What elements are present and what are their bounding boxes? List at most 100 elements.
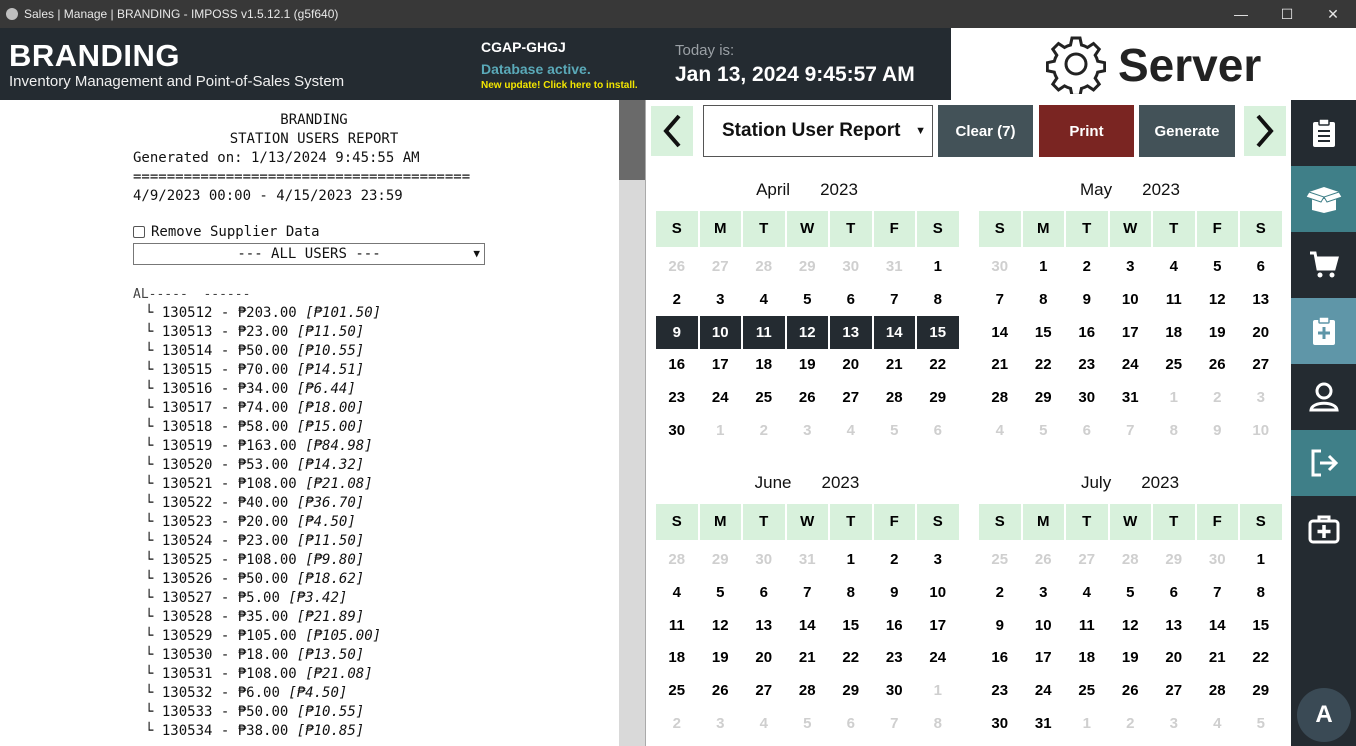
day-cell[interactable]: 30 (979, 250, 1021, 283)
day-cell[interactable]: 28 (1110, 543, 1152, 576)
day-cell[interactable]: 27 (700, 250, 742, 283)
day-cell[interactable]: 5 (1197, 250, 1239, 283)
day-cell[interactable]: 16 (656, 348, 698, 381)
day-cell[interactable]: 21 (874, 348, 916, 381)
day-cell[interactable]: 30 (830, 250, 872, 283)
sidebar-item-manage[interactable] (1291, 298, 1356, 364)
day-cell[interactable]: 13 (830, 316, 872, 349)
day-cell[interactable]: 21 (1197, 641, 1239, 674)
day-cell[interactable]: 29 (1023, 381, 1065, 414)
day-cell[interactable]: 29 (1240, 674, 1282, 707)
day-cell[interactable]: 23 (1066, 348, 1108, 381)
day-cell[interactable]: 15 (917, 316, 959, 349)
day-cell[interactable]: 18 (656, 641, 698, 674)
day-cell[interactable]: 26 (700, 674, 742, 707)
day-cell[interactable]: 2 (1110, 707, 1152, 740)
day-cell[interactable]: 4 (979, 414, 1021, 447)
day-cell[interactable]: 14 (1197, 609, 1239, 642)
day-cell[interactable]: 24 (917, 641, 959, 674)
day-cell[interactable]: 2 (656, 283, 698, 316)
day-cell[interactable]: 30 (656, 414, 698, 447)
day-cell[interactable]: 11 (656, 609, 698, 642)
sidebar-item-reports[interactable] (1291, 100, 1356, 166)
day-cell[interactable]: 2 (1197, 381, 1239, 414)
day-cell[interactable]: 8 (1023, 283, 1065, 316)
day-cell[interactable]: 11 (1066, 609, 1108, 642)
day-cell[interactable]: 29 (1153, 543, 1195, 576)
day-cell[interactable]: 19 (787, 348, 829, 381)
day-cell[interactable]: 31 (1110, 381, 1152, 414)
day-cell[interactable]: 5 (700, 576, 742, 609)
day-cell[interactable]: 9 (979, 609, 1021, 642)
day-cell[interactable]: 3 (1240, 381, 1282, 414)
day-cell[interactable]: 15 (1023, 316, 1065, 349)
day-cell[interactable]: 5 (874, 414, 916, 447)
day-cell[interactable]: 18 (743, 348, 785, 381)
day-cell[interactable]: 16 (874, 609, 916, 642)
day-cell[interactable]: 23 (874, 641, 916, 674)
day-cell[interactable]: 19 (1110, 641, 1152, 674)
day-cell[interactable]: 24 (1023, 674, 1065, 707)
day-cell[interactable]: 18 (1066, 641, 1108, 674)
day-cell[interactable]: 6 (743, 576, 785, 609)
day-cell[interactable]: 26 (656, 250, 698, 283)
day-cell[interactable]: 4 (1153, 250, 1195, 283)
day-cell[interactable]: 4 (656, 576, 698, 609)
scrollbar-thumb[interactable] (619, 100, 645, 180)
day-cell[interactable]: 12 (1110, 609, 1152, 642)
day-cell[interactable]: 31 (1023, 707, 1065, 740)
day-cell[interactable]: 13 (1153, 609, 1195, 642)
sidebar-item-users[interactable] (1291, 364, 1356, 430)
day-cell[interactable]: 16 (1066, 316, 1108, 349)
day-cell[interactable]: 14 (787, 609, 829, 642)
day-cell[interactable]: 6 (830, 707, 872, 740)
day-cell[interactable]: 5 (1110, 576, 1152, 609)
day-cell[interactable]: 28 (787, 674, 829, 707)
close-button[interactable]: ✕ (1310, 0, 1356, 28)
day-cell[interactable]: 26 (1023, 543, 1065, 576)
day-cell[interactable]: 25 (979, 543, 1021, 576)
day-cell[interactable]: 20 (1153, 641, 1195, 674)
day-cell[interactable]: 27 (1240, 348, 1282, 381)
day-cell[interactable]: 19 (1197, 316, 1239, 349)
day-cell[interactable]: 1 (1153, 381, 1195, 414)
day-cell[interactable]: 17 (700, 348, 742, 381)
remove-supplier-row[interactable]: Remove Supplier Data (133, 224, 320, 240)
day-cell[interactable]: 6 (917, 414, 959, 447)
day-cell[interactable]: 26 (787, 381, 829, 414)
day-cell[interactable]: 3 (700, 707, 742, 740)
day-cell[interactable]: 9 (1066, 283, 1108, 316)
day-cell[interactable]: 17 (1110, 316, 1152, 349)
day-cell[interactable]: 15 (830, 609, 872, 642)
day-cell[interactable]: 3 (1153, 707, 1195, 740)
day-cell[interactable]: 22 (1240, 641, 1282, 674)
day-cell[interactable]: 10 (699, 316, 741, 349)
sidebar-item-logout[interactable] (1291, 430, 1356, 496)
sidebar-item-sales[interactable] (1291, 232, 1356, 298)
day-cell[interactable]: 2 (874, 543, 916, 576)
day-cell[interactable]: 28 (1197, 674, 1239, 707)
day-cell[interactable]: 6 (830, 283, 872, 316)
day-cell[interactable]: 7 (979, 283, 1021, 316)
day-cell[interactable]: 19 (700, 641, 742, 674)
day-cell[interactable]: 9 (1197, 414, 1239, 447)
day-cell[interactable]: 1 (700, 414, 742, 447)
avatar[interactable]: A (1297, 688, 1351, 742)
day-cell[interactable]: 1 (1066, 707, 1108, 740)
sidebar-item-support[interactable] (1291, 496, 1356, 562)
day-cell[interactable]: 22 (917, 348, 959, 381)
day-cell[interactable]: 30 (874, 674, 916, 707)
sidebar-item-inventory[interactable] (1291, 166, 1356, 232)
day-cell[interactable]: 3 (1110, 250, 1152, 283)
day-cell[interactable]: 26 (1197, 348, 1239, 381)
day-cell[interactable]: 11 (1153, 283, 1195, 316)
day-cell[interactable]: 4 (743, 283, 785, 316)
day-cell[interactable]: 29 (830, 674, 872, 707)
report-type-select[interactable]: Station User Report ▼ (703, 105, 933, 157)
day-cell[interactable]: 23 (979, 674, 1021, 707)
day-cell[interactable]: 24 (1110, 348, 1152, 381)
minimize-button[interactable]: — (1218, 0, 1264, 28)
day-cell[interactable]: 21 (979, 348, 1021, 381)
day-cell[interactable]: 6 (1240, 250, 1282, 283)
day-cell[interactable]: 9 (656, 316, 698, 349)
